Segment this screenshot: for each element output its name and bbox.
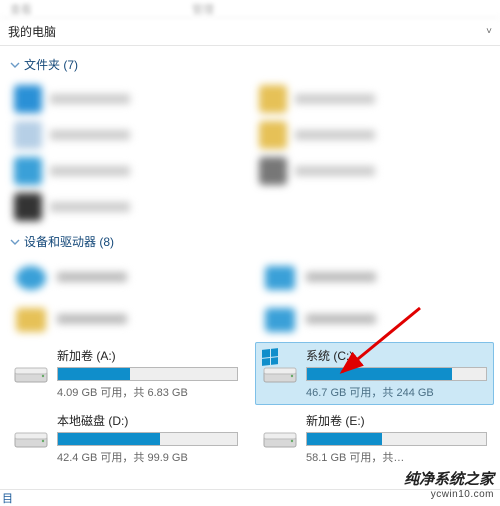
- drive-item-d[interactable]: 本地磁盘 (D:) 42.4 GB 可用，共 99.9 GB: [6, 407, 245, 470]
- usage-bar-fill: [58, 368, 130, 380]
- folder-item[interactable]: [253, 153, 492, 189]
- drive-item-e[interactable]: 新加卷 (E:) 58.1 GB 可用，共…: [255, 407, 494, 470]
- usage-bar-fill: [307, 433, 382, 445]
- section-header-drives-label: 设备和驱动器 (8): [24, 233, 114, 250]
- folder-item[interactable]: [8, 117, 247, 153]
- folder-item[interactable]: [253, 81, 492, 117]
- address-title: 我的电脑: [8, 23, 56, 40]
- disk-icon: [13, 424, 49, 454]
- drive-item[interactable]: [255, 300, 494, 340]
- explorer-window: 查看 管理 我的电脑 ˅ 文件夹 (7) 设备和驱动器 (8): [0, 0, 500, 506]
- usage-bar: [306, 367, 487, 381]
- drive-info: 42.4 GB 可用，共 99.9 GB: [57, 449, 238, 465]
- drive-item-c[interactable]: 系统 (C:) 46.7 GB 可用，共 244 GB: [255, 342, 494, 405]
- drive-name: 系统 (C:): [306, 347, 487, 364]
- drive-item[interactable]: [255, 258, 494, 298]
- drive-name: 本地磁盘 (D:): [57, 412, 238, 429]
- folder-grid: [6, 77, 494, 227]
- menu-item-view[interactable]: 查看: [10, 1, 32, 17]
- drives-grid: 新加卷 (A:) 4.09 GB 可用，共 6.83 GB: [6, 254, 494, 470]
- drive-info: 58.1 GB 可用，共…: [306, 449, 487, 465]
- usage-bar: [57, 367, 238, 381]
- watermark-main: 纯净系统之家: [404, 471, 494, 488]
- folder-item[interactable]: [253, 117, 492, 153]
- address-chevron-icon[interactable]: ˅: [486, 26, 492, 37]
- chevron-down-icon: [10, 237, 20, 247]
- watermark: 纯净系统之家 ycwin10.com: [404, 468, 494, 500]
- system-disk-icon: [262, 359, 298, 389]
- chevron-down-icon: [10, 60, 20, 70]
- section-header-folders[interactable]: 文件夹 (7): [6, 50, 494, 77]
- drive-item-a[interactable]: 新加卷 (A:) 4.09 GB 可用，共 6.83 GB: [6, 342, 245, 405]
- folder-item[interactable]: [8, 153, 247, 189]
- menu-bar: 查看 管理: [0, 0, 500, 18]
- drive-name: 新加卷 (A:): [57, 347, 238, 364]
- folder-item[interactable]: [8, 189, 247, 225]
- section-header-folders-label: 文件夹 (7): [24, 56, 78, 73]
- usage-bar: [57, 432, 238, 446]
- drive-info: 46.7 GB 可用，共 244 GB: [306, 384, 487, 400]
- usage-bar-fill: [307, 368, 452, 380]
- drive-item[interactable]: [6, 258, 245, 298]
- menu-item-manage[interactable]: 管理: [192, 1, 214, 17]
- usage-bar-fill: [58, 433, 160, 445]
- watermark-sub: ycwin10.com: [404, 489, 494, 500]
- windows-logo-icon: [262, 348, 278, 366]
- disk-icon: [262, 424, 298, 454]
- drive-name: 新加卷 (E:): [306, 412, 487, 429]
- address-bar[interactable]: 我的电脑 ˅: [0, 18, 500, 46]
- content-pane: 文件夹 (7) 设备和驱动器 (8): [0, 46, 500, 506]
- drive-item[interactable]: [6, 300, 245, 340]
- section-header-drives[interactable]: 设备和驱动器 (8): [6, 227, 494, 254]
- drive-info: 4.09 GB 可用，共 6.83 GB: [57, 384, 238, 400]
- usage-bar: [306, 432, 487, 446]
- folder-item[interactable]: [8, 81, 247, 117]
- disk-icon: [13, 359, 49, 389]
- statusbar-text: 目: [0, 490, 15, 506]
